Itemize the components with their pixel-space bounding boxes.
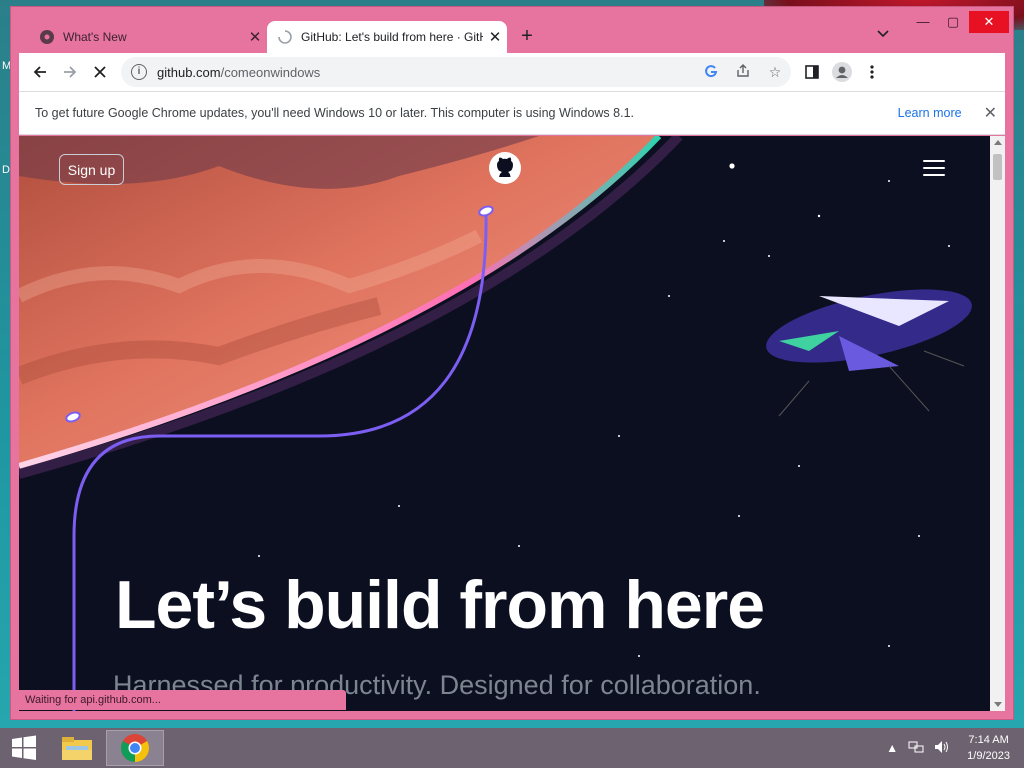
network-icon[interactable] xyxy=(908,740,924,757)
tab-strip: What's New ✕ GitHub: Let's build from he… xyxy=(11,7,1013,53)
browser-toolbar: i github.com/comeonwindows ☆ xyxy=(19,53,1005,91)
hamburger-menu-icon[interactable] xyxy=(923,160,945,176)
back-button[interactable] xyxy=(25,57,55,87)
chrome-logo-icon xyxy=(121,734,149,762)
share-icon[interactable] xyxy=(727,63,759,81)
tab-github[interactable]: GitHub: Let's build from here · GitHub ✕ xyxy=(267,21,507,53)
side-panel-icon xyxy=(805,65,819,79)
url-host: github.com xyxy=(157,64,221,80)
scrollbar-thumb[interactable] xyxy=(993,154,1002,180)
close-window-button[interactable]: ✕ xyxy=(969,11,1009,33)
google-lens-icon[interactable] xyxy=(695,64,727,81)
maximize-button[interactable]: ▢ xyxy=(937,11,969,33)
clock-time: 7:14 AM xyxy=(968,734,1009,746)
github-logo-icon[interactable] xyxy=(489,152,521,184)
chrome-taskbar-button[interactable] xyxy=(106,730,164,766)
arrow-right-icon xyxy=(64,66,77,78)
update-infobar: To get future Google Chrome updates, you… xyxy=(19,91,1005,135)
desktop-icon-label-d[interactable]: D xyxy=(2,164,10,176)
tab-search-chevron-icon[interactable] xyxy=(877,27,889,41)
status-bubble: Waiting for api.github.com... xyxy=(19,690,346,710)
scroll-down-arrow-icon[interactable] xyxy=(994,702,1002,707)
minimize-button[interactable]: — xyxy=(907,11,939,33)
infobar-message: To get future Google Chrome updates, you… xyxy=(35,106,634,120)
folder-icon xyxy=(62,737,92,760)
site-info-icon[interactable]: i xyxy=(131,64,147,80)
taskbar: ▲ 7:14 AM 1/9/2023 xyxy=(0,728,1024,768)
tab-title: What's New xyxy=(63,30,127,44)
tab-close-icon[interactable]: ✕ xyxy=(483,28,507,46)
infobar-close-icon[interactable]: ✕ xyxy=(984,103,997,123)
show-hidden-icons-chevron-icon[interactable]: ▲ xyxy=(886,741,898,755)
scroll-up-arrow-icon[interactable] xyxy=(994,140,1002,145)
tab-close-icon[interactable]: ✕ xyxy=(243,28,267,46)
sign-up-button[interactable]: Sign up xyxy=(59,154,124,185)
start-button[interactable] xyxy=(0,728,48,768)
tab-title: GitHub: Let's build from here · GitHub xyxy=(301,30,483,44)
web-page: Sign up Let’s build from here Harnessed … xyxy=(19,136,990,711)
hero-title: Let’s build from here xyxy=(115,567,765,643)
chrome-window: What's New ✕ GitHub: Let's build from he… xyxy=(10,6,1014,720)
avatar-icon xyxy=(832,62,852,82)
profile-button[interactable] xyxy=(827,57,857,87)
arrow-left-icon xyxy=(33,66,46,78)
volume-icon[interactable] xyxy=(934,740,950,757)
page-scrollbar[interactable] xyxy=(990,136,1005,711)
file-explorer-button[interactable] xyxy=(48,728,106,768)
menu-button[interactable] xyxy=(857,57,887,87)
url-path: /comeonwindows xyxy=(220,64,321,80)
stop-reload-button[interactable] xyxy=(85,57,115,87)
system-tray: ▲ 7:14 AM 1/9/2023 xyxy=(881,732,1024,764)
kebab-menu-icon xyxy=(870,65,874,79)
chrome-favicon-icon xyxy=(40,30,54,44)
stop-x-icon xyxy=(94,66,106,78)
bookmark-star-icon[interactable]: ☆ xyxy=(759,64,791,81)
loading-spinner-icon xyxy=(278,30,292,44)
clock[interactable]: 7:14 AM 1/9/2023 xyxy=(967,732,1010,764)
windows-logo-icon xyxy=(12,735,36,760)
learn-more-link[interactable]: Learn more xyxy=(898,106,962,120)
clock-date: 1/9/2023 xyxy=(967,750,1010,762)
tab-whats-new[interactable]: What's New ✕ xyxy=(31,21,267,53)
new-tab-button[interactable]: + xyxy=(515,25,539,48)
forward-button[interactable] xyxy=(55,57,85,87)
side-panel-button[interactable] xyxy=(797,57,827,87)
address-bar[interactable]: i github.com/comeonwindows ☆ xyxy=(121,57,791,87)
